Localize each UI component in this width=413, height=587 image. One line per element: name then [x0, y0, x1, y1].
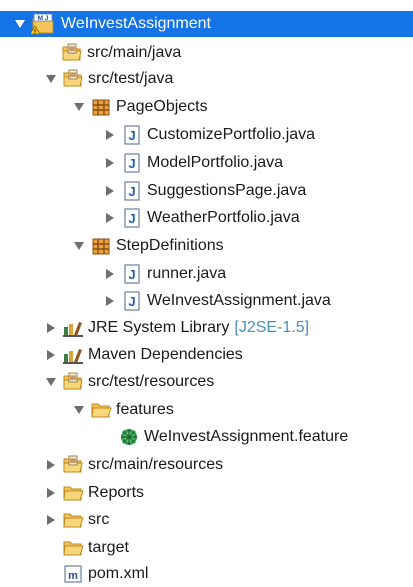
chevron-down-icon[interactable]	[73, 404, 85, 416]
java-file-icon	[121, 181, 143, 201]
tree-item-features[interactable]: features	[0, 397, 413, 423]
tree-item-label: src/test/java	[88, 70, 174, 87]
package-icon	[90, 97, 112, 117]
chevron-down-icon[interactable]	[14, 18, 26, 30]
tree-item-step-definitions[interactable]: StepDefinitions	[0, 233, 413, 259]
chevron-right-icon[interactable]	[104, 157, 116, 169]
source-folder-icon	[62, 372, 84, 392]
tree-item-label: CustomizePortfolio.java	[147, 126, 316, 143]
tree-item-label: WeInvestAssignment.feature	[144, 428, 349, 445]
maven-pom-icon	[62, 564, 84, 584]
chevron-right-icon[interactable]	[104, 295, 116, 307]
tree-item-label: src/test/resources	[88, 373, 215, 390]
chevron-down-icon[interactable]	[45, 376, 57, 388]
tree-item-customize-portfolio[interactable]: CustomizePortfolio.java	[0, 122, 413, 148]
tree-item-label: src	[88, 511, 110, 528]
tree-item-src-test-resources[interactable]: src/test/resources	[0, 369, 413, 395]
tree-item-src-main-java[interactable]: src/main/java	[0, 40, 413, 66]
tree-item-weinvest-java[interactable]: WeInvestAssignment.java	[0, 288, 413, 314]
tree-item-label: features	[116, 401, 174, 418]
tree-item-label: target	[88, 539, 129, 556]
tree-item-label: ModelPortfolio.java	[147, 154, 284, 171]
folder-icon	[62, 483, 84, 503]
tree-item-suggestions-page[interactable]: SuggestionsPage.java	[0, 178, 413, 204]
tree-item-label: src/main/resources	[88, 456, 224, 473]
chevron-right-icon[interactable]	[45, 459, 57, 471]
chevron-down-icon[interactable]	[73, 240, 85, 252]
tree-item-model-portfolio[interactable]: ModelPortfolio.java	[0, 150, 413, 176]
library-icon	[62, 345, 84, 365]
chevron-right-icon[interactable]	[45, 349, 57, 361]
tree-item-src[interactable]: src	[0, 507, 413, 533]
package-icon	[90, 236, 112, 256]
chevron-right-icon[interactable]	[104, 129, 116, 141]
tree-item-label: src/main/java	[87, 44, 182, 61]
library-icon	[62, 318, 84, 338]
tree-item-decoration: [J2SE-1.5]	[234, 319, 310, 336]
chevron-down-icon[interactable]	[73, 101, 85, 113]
chevron-right-icon[interactable]	[45, 487, 57, 499]
java-file-icon	[121, 125, 143, 145]
java-file-icon	[121, 208, 143, 228]
maven-project-icon	[31, 13, 57, 35]
folder-icon	[90, 400, 112, 420]
folder-icon	[62, 538, 84, 558]
source-folder-icon	[62, 455, 84, 475]
tree-item-label: JRE System Library	[88, 319, 230, 336]
tree-item-label: runner.java	[147, 265, 227, 282]
tree-item-label: WeInvestAssignment.java	[147, 292, 331, 309]
java-file-icon	[121, 264, 143, 284]
tree-item-label: PageObjects	[116, 98, 208, 115]
java-file-icon	[121, 291, 143, 311]
tree-item-runner[interactable]: runner.java	[0, 261, 413, 287]
tree-item-label: Reports	[88, 484, 145, 501]
tree-item-label: WeatherPortfolio.java	[147, 209, 300, 226]
tree-item-target[interactable]: target	[0, 535, 413, 561]
tree-item-weather-portfolio[interactable]: WeatherPortfolio.java	[0, 205, 413, 231]
chevron-right-icon[interactable]	[104, 268, 116, 280]
tree-item-label: WeInvestAssignment	[61, 15, 211, 32]
chevron-right-icon[interactable]	[104, 185, 116, 197]
tree-item-label: pom.xml	[88, 565, 149, 582]
source-folder-icon	[62, 69, 84, 89]
tree-item-label: StepDefinitions	[116, 237, 224, 254]
tree-item-project[interactable]: WeInvestAssignment	[0, 11, 413, 37]
chevron-down-icon[interactable]	[45, 73, 57, 85]
folder-icon	[62, 510, 84, 530]
tree-item-page-objects[interactable]: PageObjects	[0, 94, 413, 120]
tree-item-src-test-java[interactable]: src/test/java	[0, 66, 413, 92]
tree-item-label: SuggestionsPage.java	[147, 182, 307, 199]
chevron-right-icon[interactable]	[45, 514, 57, 526]
tree-item-feature-file[interactable]: WeInvestAssignment.feature	[0, 424, 413, 450]
java-file-icon	[121, 153, 143, 173]
tree-item-src-main-resources[interactable]: src/main/resources	[0, 452, 413, 478]
tree-item-reports[interactable]: Reports	[0, 480, 413, 506]
tree-item-maven-dependencies[interactable]: Maven Dependencies	[0, 342, 413, 368]
tree-item-jre-library[interactable]: JRE System Library [J2SE-1.5]	[0, 315, 413, 341]
tree-item-label: Maven Dependencies	[88, 346, 243, 363]
cucumber-feature-icon	[118, 427, 140, 447]
source-folder-icon	[61, 43, 83, 63]
tree-item-pom[interactable]: pom.xml	[0, 561, 413, 587]
chevron-right-icon[interactable]	[104, 212, 116, 224]
chevron-right-icon[interactable]	[45, 322, 57, 334]
